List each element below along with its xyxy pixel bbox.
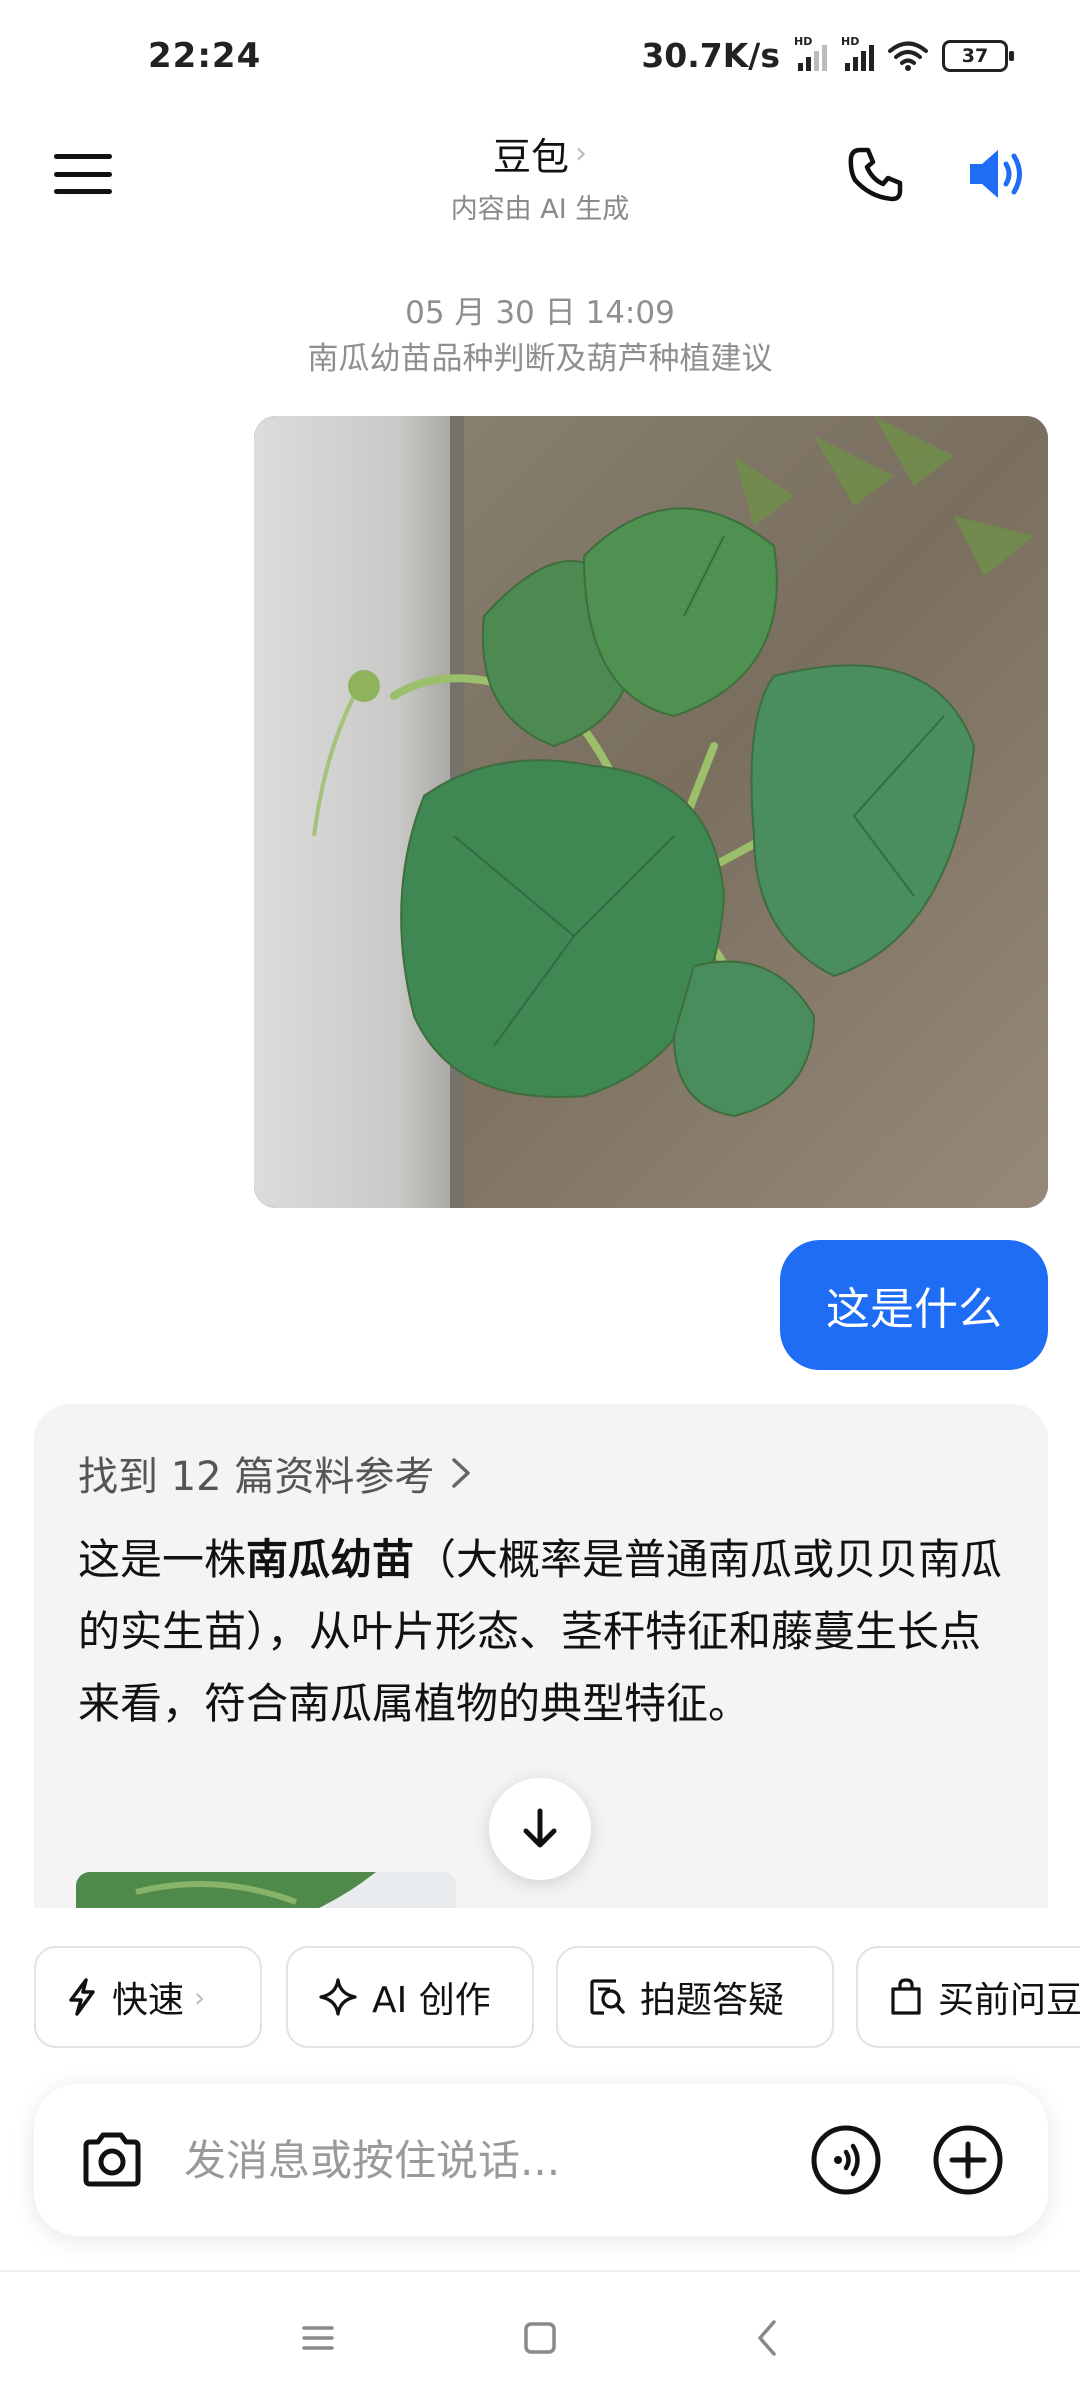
scroll-to-bottom-button[interactable]: [489, 1778, 591, 1880]
chip-label: 买前问豆: [938, 1980, 1080, 2021]
user-image-message[interactable]: [254, 416, 1048, 1208]
phone-icon[interactable]: [846, 144, 906, 204]
conversation-meta: 05 月 30 日 14:09 南瓜幼苗品种判断及葫芦种植建议: [0, 290, 1080, 382]
answer-prefix: 这是一株: [78, 1535, 247, 1584]
chat-header: 豆包 › 内容由 AI 生成: [0, 120, 1080, 250]
signal-icon-2: HD: [841, 35, 874, 71]
user-message-bubble[interactable]: 这是什么: [780, 1240, 1048, 1370]
message-input[interactable]: [184, 2124, 704, 2196]
network-speed: 30.7K/s: [641, 36, 780, 75]
recent-apps-icon[interactable]: [290, 2310, 346, 2366]
hd-label: HD: [794, 34, 813, 48]
message-input-bar: [34, 2084, 1048, 2236]
chip-photo-question[interactable]: 拍题答疑: [556, 1946, 834, 2048]
ai-answer-text: 这是一株南瓜幼苗（大概率是普通南瓜或贝贝南瓜的实生苗），从叶片形态、茎秆特征和藤…: [78, 1524, 1008, 1740]
bot-name: 豆包: [492, 135, 569, 179]
battery-icon: 37: [942, 39, 1014, 72]
chip-label: 快速: [112, 1980, 185, 2021]
lightning-icon: [69, 1978, 95, 2016]
question-search-icon: [590, 1979, 625, 2015]
answer-highlight: 南瓜幼苗: [246, 1535, 415, 1584]
quick-actions-bar: 快速 › AI 创作 拍题答疑 买前问豆: [34, 1946, 1080, 2050]
chip-label: 拍题答疑: [640, 1980, 785, 2021]
voice-input-icon[interactable]: [810, 2124, 882, 2196]
chevron-right-icon: [452, 1458, 471, 1488]
status-bar: 22:24 30.7K/s HD HD 37: [0, 0, 1080, 120]
title-block: 豆包 › 内容由 AI 生成: [0, 126, 1080, 226]
signal-icon: HD: [794, 35, 827, 71]
camera-icon[interactable]: [78, 2126, 146, 2194]
status-time: 22:24: [148, 36, 262, 76]
bot-title[interactable]: 豆包 ›: [493, 126, 587, 181]
hd-label-2: HD: [841, 34, 860, 48]
pumpkin-seedling-photo: [254, 416, 1048, 1208]
system-navigation-bar: [0, 2270, 1080, 2400]
conversation-date: 05 月 30 日 14:09: [405, 295, 675, 331]
references-label: 找到 12 篇资料参考: [78, 1454, 435, 1500]
speaker-icon[interactable]: [964, 142, 1030, 206]
shopping-bag-icon: [891, 1978, 921, 2015]
wifi-icon: [888, 41, 928, 71]
chevron-right-icon: ›: [575, 136, 587, 171]
plus-icon[interactable]: [932, 2124, 1004, 2196]
home-icon[interactable]: [512, 2310, 568, 2366]
conversation-topic: 南瓜幼苗品种判断及葫芦种植建议: [307, 341, 773, 377]
sparkle-icon: [319, 1978, 357, 2016]
chevron-right-icon: ›: [194, 1980, 206, 2014]
chip-label: AI 创作: [372, 1980, 491, 2021]
answer-image-thumbnail[interactable]: [76, 1872, 456, 1908]
back-icon[interactable]: [740, 2310, 796, 2366]
chip-ask-before-buy[interactable]: 买前问豆: [856, 1946, 1080, 2048]
references-link[interactable]: 找到 12 篇资料参考: [78, 1444, 472, 1502]
chip-fast[interactable]: 快速 ›: [34, 1946, 262, 2048]
arrow-down-icon: [523, 1808, 557, 1848]
chip-ai-create[interactable]: AI 创作: [286, 1946, 534, 2048]
status-indicators: 30.7K/s HD HD 37: [641, 35, 1014, 75]
ai-disclaimer: 内容由 AI 生成: [450, 194, 630, 225]
